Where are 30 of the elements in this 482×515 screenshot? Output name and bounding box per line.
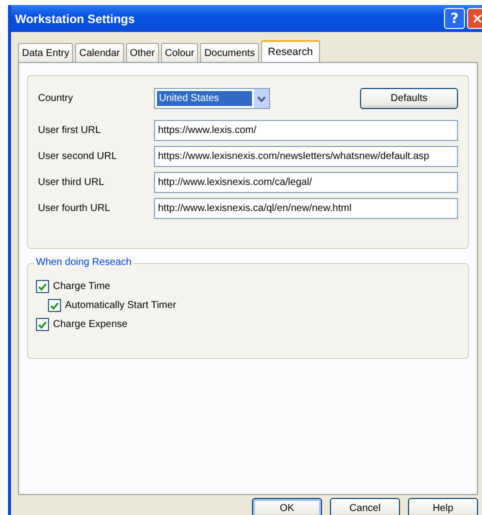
- checkbox[interactable]: [48, 299, 61, 312]
- checkbox-label: Charge Time: [53, 281, 110, 292]
- tab[interactable]: Documents: [200, 43, 259, 62]
- close-button[interactable]: ×: [467, 8, 482, 29]
- help-button[interactable]: ?: [444, 8, 465, 29]
- field-label: User second URL: [38, 151, 118, 162]
- url-field[interactable]: http://www.lexisnexis.com/ca/legal/: [154, 172, 458, 193]
- tab[interactable]: Data Entry: [18, 43, 74, 62]
- url-field[interactable]: http://www.lexisnexis.ca/ql/en/new/new.html: [154, 198, 458, 219]
- url-field[interactable]: https://www.lexis.com/: [154, 120, 458, 141]
- country-dropdown[interactable]: United States: [154, 88, 270, 109]
- url-field[interactable]: https://www.lexisnexis.com/newsletters/whatsnew/default.asp: [154, 146, 458, 167]
- tab[interactable]: Other: [126, 43, 159, 62]
- field-label: Country: [38, 93, 74, 104]
- field-label: User third URL: [38, 177, 106, 188]
- dialog-button[interactable]: Cancel: [330, 498, 400, 515]
- checkbox-label: Automatically Start Timer: [65, 300, 176, 311]
- checkbox[interactable]: [36, 280, 49, 293]
- window-title: Workstation Settings: [15, 12, 136, 26]
- tab[interactable]: Colour: [160, 43, 198, 62]
- tab[interactable]: Calendar: [75, 43, 124, 62]
- defaults-button[interactable]: Defaults: [360, 88, 458, 109]
- checkbox-label: Charge Expense: [53, 319, 128, 330]
- checkbox[interactable]: [36, 318, 49, 331]
- field-label: User fourth URL: [38, 203, 112, 214]
- dialog-button[interactable]: OK: [252, 498, 322, 515]
- field-label: User first URL: [38, 125, 102, 136]
- dialog-button[interactable]: Help: [408, 498, 478, 515]
- tab[interactable]: Research: [260, 40, 320, 62]
- group-title: When doing Reseach: [34, 257, 134, 268]
